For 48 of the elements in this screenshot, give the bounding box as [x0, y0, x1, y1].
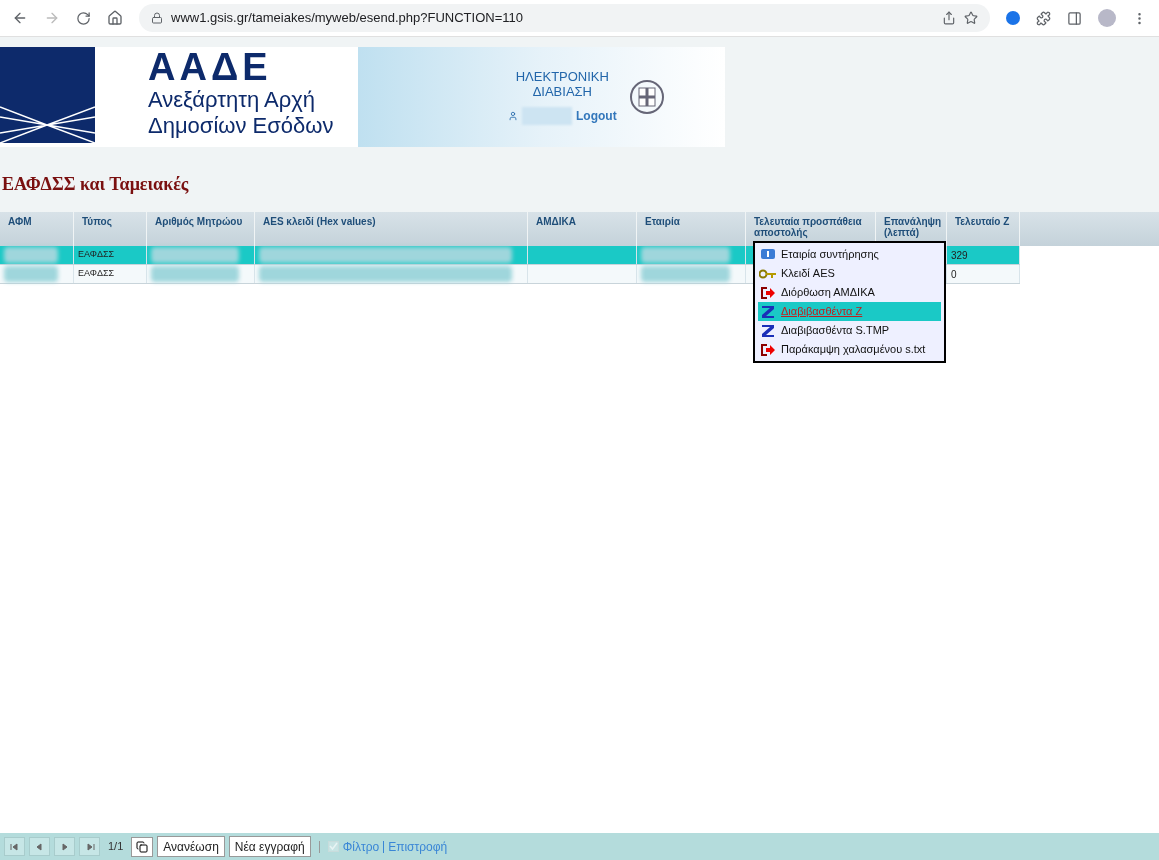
address-bar[interactable]: www1.gsis.gr/tameiakes/myweb/esend.php?FUNCTION=110: [139, 4, 990, 32]
back-icon[interactable]: [12, 10, 28, 26]
copy-icon: [136, 840, 149, 853]
share-icon[interactable]: [942, 11, 956, 25]
first-page-icon: [8, 840, 21, 853]
side-panel-icon[interactable]: [1067, 10, 1082, 26]
previous-page-button[interactable]: [29, 837, 50, 856]
org-name: Ανεξάρτητη Αρχή: [148, 87, 316, 113]
redacted-username: [522, 107, 572, 125]
copy-button[interactable]: [131, 836, 154, 857]
letter-z-icon: [761, 304, 775, 319]
url-text: www1.gsis.gr/tameiakes/myweb/esend.php?FUNCTION=110: [171, 9, 523, 28]
menu-item[interactable]: Εταιρία συντήρησης: [758, 245, 941, 264]
reload-icon[interactable]: [76, 10, 91, 26]
menu-item[interactable]: Διόρθωση ΑΜΔΙΚΑ: [758, 283, 941, 302]
emblem-icon: [628, 79, 665, 115]
table-cell: ΕΑΦΔΣΣ: [78, 248, 115, 262]
last-page-button[interactable]: [79, 837, 100, 856]
first-page-button[interactable]: [4, 837, 25, 856]
table-cell: ΕΑΦΔΣΣ: [78, 267, 115, 281]
page-indicator: 1/1: [108, 839, 124, 855]
exit-icon: [760, 342, 776, 357]
lock-icon: [151, 12, 163, 24]
extension-icon[interactable]: [1006, 11, 1020, 25]
user-icon: [508, 111, 518, 121]
redacted-cell: [4, 266, 58, 282]
redacted-cell: [4, 247, 58, 263]
toolbar-button[interactable]: Νέα εγγραφή: [228, 836, 311, 857]
org-name: Δημοσίων Εσόδων: [148, 113, 335, 139]
page-title: ΕΑΦΔΣΣ και Ταμειακές: [2, 173, 190, 196]
home-icon[interactable]: [107, 10, 123, 26]
service-name: ΔΙΑΒΙΑΣΗ: [532, 84, 592, 99]
table-cell-text: 0: [951, 267, 957, 282]
menu-item[interactable]: Παράκαμψη χαλασμένου s.txt: [758, 340, 941, 359]
puzzle-icon[interactable]: [1036, 10, 1051, 26]
next-page-button[interactable]: [54, 837, 75, 856]
menu-item[interactable]: Διαβιβασθέντα S.TMP: [758, 321, 941, 340]
logout-link[interactable]: Logout: [576, 108, 617, 124]
star-icon[interactable]: [964, 11, 978, 25]
menu-item[interactable]: Κλειδί AES: [758, 264, 941, 283]
info-icon: [760, 247, 776, 262]
logo-text: ΑΑΔΕ: [148, 47, 273, 87]
service-name: ΗΛΕΚΤΡΟΝΙΚΗ: [515, 69, 609, 84]
table-cell-text: 329: [951, 248, 968, 263]
toolbar-button[interactable]: Ανανέωση: [157, 836, 225, 857]
key-icon: [759, 268, 777, 279]
letter-z-icon: [761, 323, 775, 338]
exit-icon: [760, 285, 776, 300]
